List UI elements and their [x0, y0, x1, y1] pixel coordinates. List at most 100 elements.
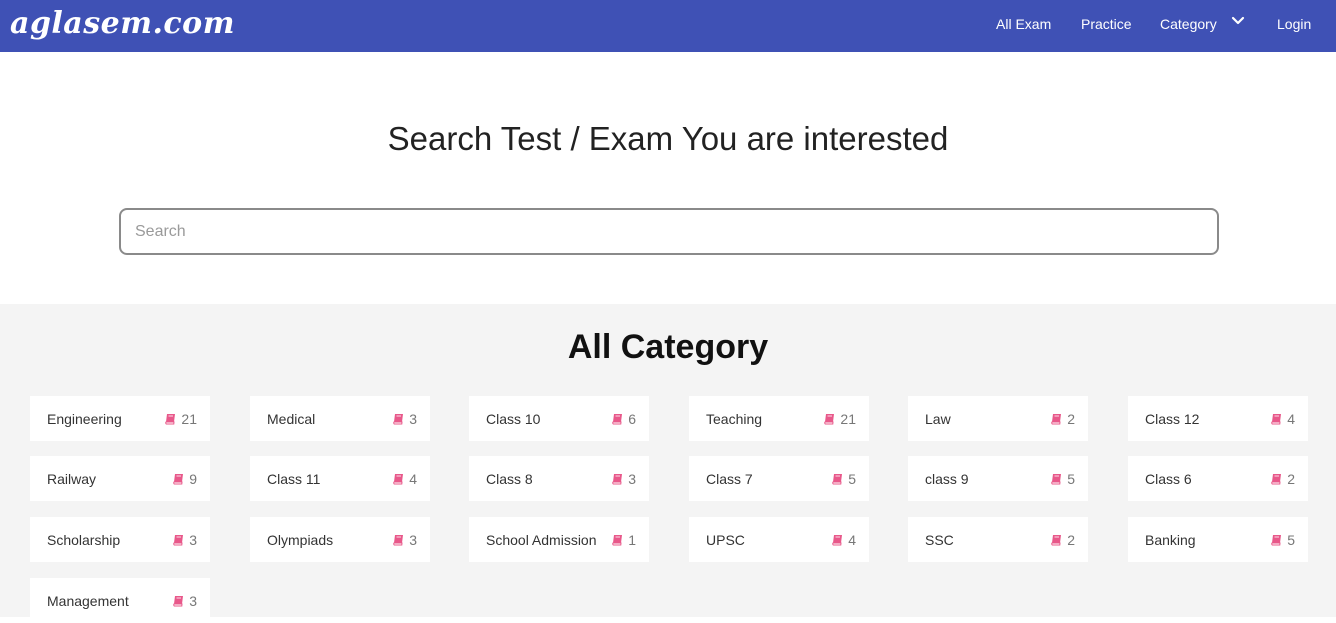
category-name: Class 10 [486, 411, 541, 427]
category-count-value: 3 [409, 532, 417, 548]
category-card[interactable]: Class 10 6 [469, 396, 649, 441]
category-name: class 9 [925, 471, 969, 487]
book-icon [612, 535, 623, 546]
category-card[interactable]: Scholarship 3 [30, 517, 210, 562]
category-count: 6 [612, 411, 636, 427]
category-card[interactable]: School Admission 1 [469, 517, 649, 562]
category-card[interactable]: Railway 9 [30, 456, 210, 501]
book-icon [393, 414, 404, 425]
category-card[interactable]: Class 6 2 [1128, 456, 1308, 501]
category-count: 5 [1271, 532, 1295, 548]
category-count-value: 4 [848, 532, 856, 548]
category-count: 5 [832, 471, 856, 487]
book-icon [1271, 414, 1282, 425]
book-icon [173, 535, 184, 546]
page-title: Search Test / Exam You are interested [387, 120, 949, 157]
category-name: Banking [1145, 532, 1196, 548]
book-icon [1051, 535, 1062, 546]
category-card[interactable]: SSC 2 [908, 517, 1088, 562]
category-count: 5 [1051, 471, 1075, 487]
nav-category[interactable]: Category [1160, 16, 1217, 32]
category-name: Teaching [706, 411, 763, 427]
category-card[interactable]: UPSC 4 [689, 517, 869, 562]
category-name: Scholarship [47, 532, 121, 548]
category-card[interactable]: Class 7 5 [689, 456, 869, 501]
category-count-value: 21 [181, 411, 197, 427]
category-count: 4 [393, 471, 417, 487]
category-count-value: 9 [189, 471, 197, 487]
book-icon [1051, 414, 1062, 425]
book-icon [173, 474, 184, 485]
category-card[interactable]: Class 11 4 [250, 456, 430, 501]
nav-all-exam[interactable]: All Exam [996, 16, 1051, 32]
search-input[interactable] [119, 208, 1219, 255]
category-section: All Category Engineering 21 Medical 3 Class … [0, 304, 1336, 623]
category-name: SSC [925, 532, 954, 548]
book-icon [824, 414, 835, 425]
category-card[interactable]: Engineering 21 [30, 396, 210, 441]
category-count-value: 2 [1067, 532, 1075, 548]
book-icon [612, 414, 623, 425]
category-heading: All Category [567, 328, 769, 366]
nav-practice[interactable]: Practice [1081, 16, 1132, 32]
category-count: 2 [1051, 532, 1075, 548]
category-count: 3 [173, 532, 197, 548]
category-name: Olympiads [267, 532, 334, 548]
category-count: 1 [612, 532, 636, 548]
category-count: 2 [1051, 411, 1075, 427]
category-count-value: 4 [409, 471, 417, 487]
category-count-value: 2 [1287, 471, 1295, 487]
category-count-value: 1 [628, 532, 636, 548]
category-count: 21 [824, 411, 856, 427]
search-hero: Search Test / Exam You are interested [0, 52, 1336, 304]
book-icon [393, 474, 404, 485]
category-name: Railway [47, 471, 97, 487]
category-count-value: 6 [628, 411, 636, 427]
book-icon [1271, 474, 1282, 485]
category-card[interactable]: class 9 5 [908, 456, 1088, 501]
category-card[interactable]: Class 12 4 [1128, 396, 1308, 441]
category-name: Medical [267, 411, 316, 427]
category-name: Law [925, 411, 951, 427]
category-count-value: 5 [1287, 532, 1295, 548]
category-card[interactable]: Banking 5 [1128, 517, 1308, 562]
book-icon [832, 474, 843, 485]
chevron-down-icon[interactable] [1231, 14, 1245, 28]
book-icon [165, 414, 176, 425]
category-card[interactable]: Management 3 [30, 578, 210, 623]
category-count-value: 3 [409, 411, 417, 427]
book-icon [1051, 474, 1062, 485]
category-count-value: 3 [189, 593, 197, 609]
category-card[interactable]: Class 8 3 [469, 456, 649, 501]
category-name: School Admission [486, 532, 597, 548]
category-count: 21 [165, 411, 197, 427]
category-card[interactable]: Medical 3 [250, 396, 430, 441]
category-count: 3 [173, 593, 197, 609]
category-count-value: 21 [840, 411, 856, 427]
category-count: 4 [832, 532, 856, 548]
book-icon [832, 535, 843, 546]
category-card[interactable]: Olympiads 3 [250, 517, 430, 562]
book-icon [173, 596, 184, 607]
category-card[interactable]: Teaching 21 [689, 396, 869, 441]
category-name: Class 7 [706, 471, 753, 487]
category-name: Class 11 [267, 471, 321, 487]
category-name: UPSC [706, 532, 745, 548]
category-name: Class 6 [1145, 471, 1192, 487]
nav-login[interactable]: Login [1277, 16, 1311, 32]
category-card[interactable]: Law 2 [908, 396, 1088, 441]
category-count-value: 3 [628, 471, 636, 487]
category-name: Class 12 [1145, 411, 1200, 427]
category-count-value: 3 [189, 532, 197, 548]
category-count: 3 [612, 471, 636, 487]
site-logo[interactable]: aglasem.com [10, 6, 235, 41]
category-count: 2 [1271, 471, 1295, 487]
category-name: Management [47, 593, 129, 609]
category-count: 3 [393, 532, 417, 548]
category-count-value: 5 [1067, 471, 1075, 487]
book-icon [612, 474, 623, 485]
category-count: 9 [173, 471, 197, 487]
category-name: Engineering [47, 411, 122, 427]
category-count-value: 5 [848, 471, 856, 487]
book-icon [1271, 535, 1282, 546]
